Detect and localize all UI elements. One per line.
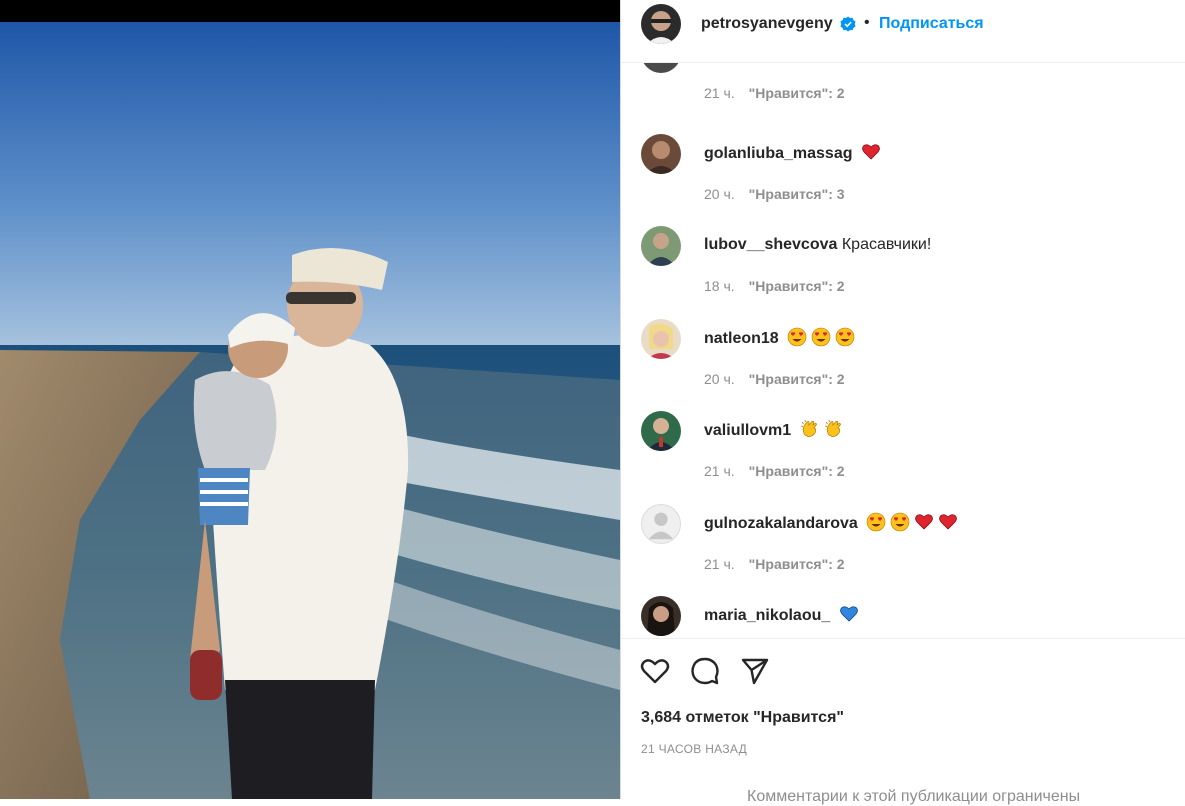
comment-username[interactable]: natleon18 xyxy=(704,330,779,347)
paper-plane-icon[interactable] xyxy=(739,655,771,687)
comment-time[interactable]: 21 ч. xyxy=(704,463,735,479)
comment-body: Красавчики! xyxy=(841,236,932,253)
comment-username[interactable]: maria_nikolaou_ xyxy=(704,607,830,624)
clapping-hands-icon xyxy=(800,419,817,437)
comment-meta: 21 ч. "Нравится": 2 xyxy=(704,556,845,572)
comment-username[interactable]: lubov__shevcova xyxy=(704,236,837,253)
comment-text: natleon18 xyxy=(704,327,855,349)
comment-meta: 21 ч. "Нравится": 2 xyxy=(704,85,845,101)
follow-button[interactable]: Подписаться xyxy=(879,15,984,33)
commenter-avatar[interactable] xyxy=(641,226,681,266)
commenter-avatar[interactable] xyxy=(641,411,681,451)
heart-eyes-icon xyxy=(811,327,831,347)
post-sidebar: petrosyanevgeny • Подписаться 21 ч. "Нрав… xyxy=(620,0,1185,805)
comment-text: valiullovm1 xyxy=(704,419,844,441)
author-avatar-image xyxy=(641,4,681,44)
comment-meta: 21 ч. "Нравится": 2 xyxy=(704,463,845,479)
comment-text: lubov__shevcova Красавчики! xyxy=(704,236,931,254)
comment-username[interactable]: gulnozakalandarova xyxy=(704,515,858,532)
author-avatar[interactable] xyxy=(641,4,681,44)
commenter-avatar[interactable] xyxy=(641,596,681,636)
comment-meta: 20 ч. "Нравится": 2 xyxy=(704,371,845,387)
comment-username[interactable]: golanliuba_massag xyxy=(704,145,853,162)
comment-bubble-icon[interactable] xyxy=(689,655,721,687)
comment-text: golanliuba_massag xyxy=(704,144,881,164)
comment-item: maria_nikolaou_ xyxy=(621,596,1185,638)
verified-badge-icon xyxy=(840,16,856,32)
comment-likes[interactable]: "Нравится": 2 xyxy=(749,556,845,572)
post-actions: 3,684 отметок "Нравится" 21 ЧАСОВ НАЗАД … xyxy=(621,638,1185,805)
default-avatar-icon xyxy=(648,512,674,540)
commenter-avatar[interactable] xyxy=(641,504,681,544)
heart-eyes-icon xyxy=(787,327,807,347)
blue-heart-icon xyxy=(839,606,858,622)
comment-time[interactable]: 21 ч. xyxy=(704,85,735,101)
red-heart-icon xyxy=(939,514,958,530)
comment-likes[interactable]: "Нравится": 2 xyxy=(749,463,845,479)
commenter-avatar[interactable] xyxy=(641,63,681,73)
red-heart-icon xyxy=(862,144,880,160)
comment-item: valiullovm1 21 ч. "Нравится": 2 xyxy=(621,411,1185,501)
comments-list[interactable]: 21 ч. "Нравится": 2 golanliuba_massag 20 … xyxy=(621,63,1185,638)
comment-likes[interactable]: "Нравится": 2 xyxy=(749,278,845,294)
comment-text: gulnozakalandarova xyxy=(704,512,958,534)
comment-item: natleon18 20 ч. "Нравится": 2 xyxy=(621,319,1185,409)
heart-eyes-icon xyxy=(890,512,910,532)
comment-meta: 20 ч. "Нравится": 3 xyxy=(704,186,845,202)
header-separator: • xyxy=(864,14,870,31)
comments-restricted-notice: Комментарии к этой публикации ограничены xyxy=(747,788,1081,805)
commenter-avatar[interactable] xyxy=(641,319,681,359)
post-photo[interactable] xyxy=(0,0,620,799)
commenter-avatar[interactable] xyxy=(641,134,681,174)
comment-item: 21 ч. "Нравится": 2 xyxy=(621,63,1185,123)
comment-item: lubov__shevcova Красавчики! 18 ч. "Нравит… xyxy=(621,226,1185,316)
likes-count[interactable]: 3,684 отметок "Нравится" xyxy=(641,709,844,727)
comment-likes[interactable]: "Нравится": 2 xyxy=(749,85,845,101)
comment-likes[interactable]: "Нравится": 3 xyxy=(749,186,845,202)
comment-time[interactable]: 20 ч. xyxy=(704,371,735,387)
heart-eyes-icon xyxy=(866,512,886,532)
beach-photo-image xyxy=(0,0,620,799)
comment-username[interactable]: valiullovm1 xyxy=(704,422,791,439)
red-heart-icon xyxy=(915,514,934,530)
comment-likes[interactable]: "Нравится": 2 xyxy=(749,371,845,387)
comment-item: golanliuba_massag 20 ч. "Нравится": 3 xyxy=(621,134,1185,224)
comment-time[interactable]: 18 ч. xyxy=(704,278,735,294)
post-header: petrosyanevgeny • Подписаться xyxy=(621,0,1185,63)
clapping-hands-icon xyxy=(824,419,841,437)
heart-eyes-icon xyxy=(835,327,855,347)
post-timestamp[interactable]: 21 ЧАСОВ НАЗАД xyxy=(641,742,747,756)
comment-text: maria_nikolaou_ xyxy=(704,606,859,626)
heart-outline-icon[interactable] xyxy=(639,655,671,687)
comment-time[interactable]: 21 ч. xyxy=(704,556,735,572)
comment-meta: 18 ч. "Нравится": 2 xyxy=(704,278,845,294)
comment-item: gulnozakalandarova 21 ч. "Нравится": 2 xyxy=(621,504,1185,594)
author-username[interactable]: petrosyanevgeny xyxy=(701,15,833,33)
comment-time[interactable]: 20 ч. xyxy=(704,186,735,202)
